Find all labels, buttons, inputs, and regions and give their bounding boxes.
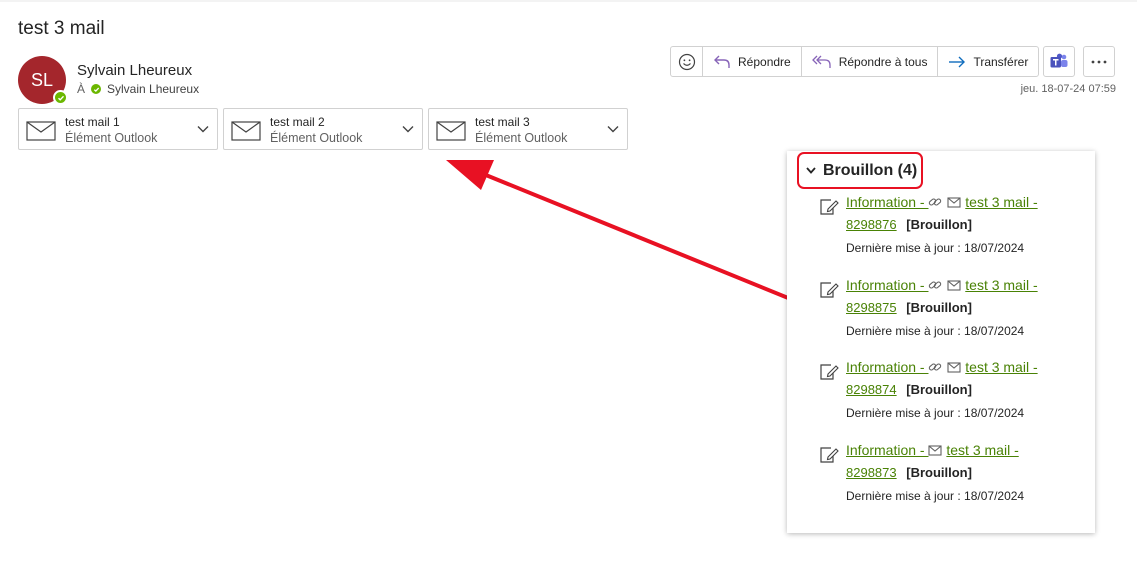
reply-all-label: Répondre à tous bbox=[838, 54, 928, 69]
mail-icon bbox=[928, 445, 943, 456]
draft-edit-icon bbox=[820, 282, 839, 298]
message-actions-toolbar: Répondre Répondre à tous Transférer bbox=[670, 46, 1040, 77]
mail-icon bbox=[947, 362, 961, 373]
draft-number[interactable]: 8298874 bbox=[846, 382, 897, 397]
draft-number-line: 8298876 [Brouillon] bbox=[846, 217, 972, 232]
chevron-down-icon[interactable] bbox=[402, 125, 414, 133]
draft-number-line: 8298873 [Brouillon] bbox=[846, 465, 972, 480]
draft-updated: Dernière mise à jour : 18/07/2024 bbox=[846, 241, 1025, 255]
attachment-name: test mail 2 bbox=[270, 115, 325, 129]
forward-arrow-icon bbox=[949, 56, 966, 67]
draft-title[interactable]: Information - test 3 mail - bbox=[846, 277, 1038, 293]
draft-subject[interactable]: test 3 mail - bbox=[965, 359, 1037, 375]
draft-tag: [Brouillon] bbox=[906, 300, 972, 315]
draft-tag: [Brouillon] bbox=[906, 382, 972, 397]
draft-number[interactable]: 8298875 bbox=[846, 300, 897, 315]
sender-name[interactable]: Sylvain Lheureux bbox=[77, 62, 192, 79]
draft-number-line: 8298875 [Brouillon] bbox=[846, 300, 972, 315]
chevron-down-icon bbox=[806, 167, 816, 174]
more-actions-button[interactable] bbox=[1083, 46, 1115, 77]
attachment-type: Élément Outlook bbox=[270, 131, 363, 145]
draft-subject[interactable]: test 3 mail - bbox=[946, 442, 1018, 458]
recipient-line: À Sylvain Lheureux bbox=[77, 82, 199, 96]
draft-title[interactable]: Information - test 3 mail - bbox=[846, 442, 1019, 458]
draft-number[interactable]: 8298876 bbox=[846, 217, 897, 232]
draft-number[interactable]: 8298873 bbox=[846, 465, 897, 480]
teams-button[interactable] bbox=[1043, 46, 1075, 77]
draft-edit-icon bbox=[820, 199, 839, 215]
drafts-section-header[interactable]: Brouillon (4) bbox=[797, 152, 923, 189]
draft-tag: [Brouillon] bbox=[906, 217, 972, 232]
draft-updated: Dernière mise à jour : 18/07/2024 bbox=[846, 489, 1025, 503]
draft-title-prefix[interactable]: Information - bbox=[846, 442, 928, 458]
chevron-down-icon[interactable] bbox=[607, 125, 619, 133]
draft-edit-icon bbox=[820, 447, 839, 463]
draft-subject[interactable]: test 3 mail - bbox=[965, 194, 1037, 210]
forward-label: Transférer bbox=[973, 54, 1029, 69]
draft-number-line: 8298874 [Brouillon] bbox=[846, 382, 972, 397]
attachment-test-mail-1[interactable]: test mail 1 Élément Outlook bbox=[18, 108, 218, 150]
email-date: jeu. 18-07-24 07:59 bbox=[1020, 83, 1116, 95]
avatar-initials: SL bbox=[30, 69, 54, 90]
mail-icon bbox=[947, 280, 961, 291]
envelope-icon bbox=[26, 121, 56, 141]
drafts-section-title: Brouillon (4) bbox=[823, 161, 918, 179]
presence-available-icon bbox=[53, 90, 68, 105]
recipient-name[interactable]: Sylvain Lheureux bbox=[107, 82, 199, 96]
to-label: À bbox=[77, 82, 86, 96]
mail-icon bbox=[947, 197, 961, 208]
link-icon bbox=[929, 363, 942, 371]
reply-button[interactable]: Répondre bbox=[703, 47, 802, 76]
attachment-test-mail-3[interactable]: test mail 3 Élément Outlook bbox=[428, 108, 628, 150]
drafts-panel: Brouillon (4) Information - test 3 mail … bbox=[787, 151, 1095, 533]
more-icon bbox=[1091, 60, 1107, 63]
reply-all-icon bbox=[811, 55, 831, 68]
attachment-type: Élément Outlook bbox=[475, 131, 568, 145]
draft-updated: Dernière mise à jour : 18/07/2024 bbox=[846, 406, 1025, 420]
emoji-reaction-button[interactable] bbox=[671, 47, 703, 76]
envelope-icon bbox=[436, 121, 466, 141]
draft-title[interactable]: Information - test 3 mail - bbox=[846, 359, 1038, 375]
draft-subject[interactable]: test 3 mail - bbox=[965, 277, 1037, 293]
attachment-name: test mail 3 bbox=[475, 115, 530, 129]
envelope-icon bbox=[231, 121, 261, 141]
draft-edit-icon bbox=[820, 364, 839, 380]
attachment-test-mail-2[interactable]: test mail 2 Élément Outlook bbox=[223, 108, 423, 150]
reply-icon bbox=[714, 55, 730, 68]
recipient-presence-icon bbox=[91, 84, 102, 94]
draft-title-prefix[interactable]: Information - bbox=[846, 194, 928, 210]
attachment-type: Élément Outlook bbox=[65, 131, 158, 145]
top-divider bbox=[0, 0, 1137, 2]
draft-title[interactable]: Information - test 3 mail - bbox=[846, 194, 1038, 210]
link-icon bbox=[929, 198, 942, 206]
link-icon bbox=[929, 281, 942, 289]
chevron-down-icon[interactable] bbox=[197, 125, 209, 133]
forward-button[interactable]: Transférer bbox=[938, 47, 1038, 76]
draft-title-prefix[interactable]: Information - bbox=[846, 359, 928, 375]
attachment-name: test mail 1 bbox=[65, 115, 120, 129]
teams-icon bbox=[1050, 53, 1068, 68]
reply-all-button[interactable]: Répondre à tous bbox=[802, 47, 939, 76]
emoji-icon bbox=[678, 53, 695, 70]
draft-updated: Dernière mise à jour : 18/07/2024 bbox=[846, 324, 1025, 338]
reply-label: Répondre bbox=[738, 54, 791, 69]
email-subject: test 3 mail bbox=[18, 18, 105, 39]
draft-tag: [Brouillon] bbox=[906, 465, 972, 480]
draft-title-prefix[interactable]: Information - bbox=[846, 277, 928, 293]
